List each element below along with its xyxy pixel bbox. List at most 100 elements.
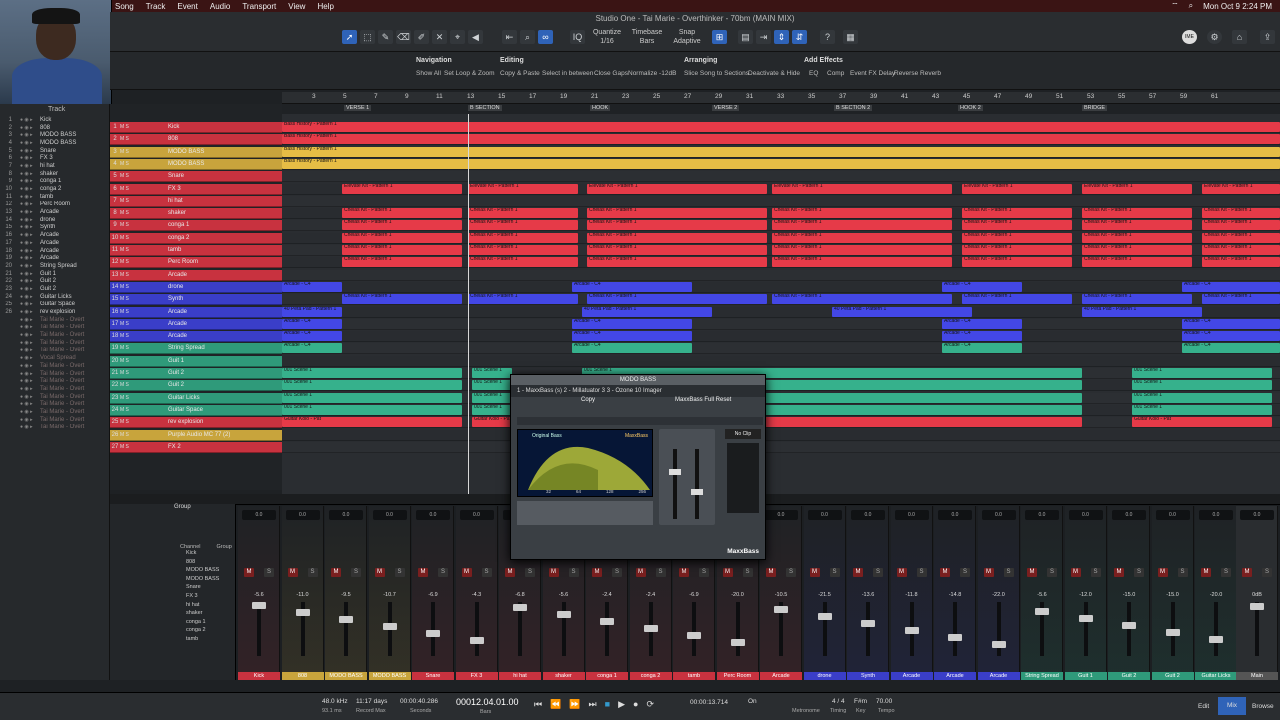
track-list-item[interactable]: ● ◉ ▸ Tai Marie - Overt xyxy=(0,377,109,385)
song-marker[interactable]: HOOK xyxy=(590,105,611,111)
arrange-event[interactable]: Chelas Kit - Pattern 1 xyxy=(962,220,1072,231)
console-channel-row[interactable]: Kick xyxy=(186,550,235,559)
console-channel-row[interactable]: tamb xyxy=(186,636,235,645)
arrow-tool-icon[interactable]: ➚ xyxy=(342,30,357,44)
arrange-event[interactable]: Arcade - C4 xyxy=(282,343,342,354)
eraser-tool-icon[interactable]: ⌫ xyxy=(396,30,411,44)
channel-strip[interactable]: 0.0 M S -10.5 Arcade xyxy=(760,506,802,680)
channel-name[interactable]: Guit 2 xyxy=(1151,672,1194,680)
solo-button[interactable]: S xyxy=(742,568,753,577)
track-lane[interactable]: Bass History - Pattern 1 xyxy=(282,134,1280,146)
track-list-item[interactable]: ● ◉ ▸ Tai Marie - Overt xyxy=(0,416,109,424)
track-header[interactable]: 18 M S Arcade xyxy=(110,331,282,343)
volume-fader[interactable] xyxy=(1127,602,1131,656)
arrange-event[interactable]: Chelas Kit - Pattern 1 xyxy=(1082,294,1192,305)
track-toggles-icon[interactable]: ● ◉ ▸ xyxy=(20,324,40,330)
track-list-item[interactable]: 18 ● ◉ ▸ Arcade xyxy=(0,247,109,255)
plugin-copy-button[interactable]: Copy xyxy=(581,397,595,403)
plugin-window[interactable]: MODO BASS 1 - MaxxBass (s) 2 - Millatuat… xyxy=(510,374,766,560)
mute-solo-icon[interactable]: M S xyxy=(120,198,140,204)
track-toggles-icon[interactable]: ● ◉ ▸ xyxy=(20,217,40,223)
plugin-sliders[interactable] xyxy=(659,429,715,525)
nudge-tool-icon[interactable]: ⇤ xyxy=(502,30,517,44)
play-icon[interactable]: ▶ xyxy=(618,699,625,710)
arrange-event[interactable]: Arcade - C4 xyxy=(282,318,342,329)
insert-slot[interactable]: 0.0 xyxy=(1199,510,1233,520)
track-toggles-icon[interactable]: ● ◉ ▸ xyxy=(20,209,40,215)
insert-slot[interactable]: 0.0 xyxy=(851,510,885,520)
channel-name[interactable]: Guitar Licks xyxy=(1195,672,1237,680)
channel-strip[interactable]: 0.0 M S -22.0 Arcade xyxy=(977,506,1020,680)
settings-icon[interactable]: ⚙ xyxy=(1207,30,1222,44)
track-toggles-icon[interactable]: ● ◉ ▸ xyxy=(20,386,40,392)
arrange-event[interactable]: 001 Scene 1 xyxy=(282,368,462,378)
fader-cap[interactable] xyxy=(1122,622,1136,629)
channel-name[interactable]: Guit 2 xyxy=(1108,672,1150,680)
mute-solo-icon[interactable]: M S xyxy=(120,345,140,351)
track-lane[interactable]: Bass History - Pattern 1 xyxy=(282,146,1280,158)
insert-slot[interactable]: 0.0 xyxy=(416,510,450,520)
mute-button[interactable]: M xyxy=(548,568,559,577)
mute-button[interactable]: M xyxy=(679,568,689,577)
loop-icon[interactable]: ⟳ xyxy=(646,699,654,710)
track-list-item[interactable]: ● ◉ ▸ Tai Marie - Overt xyxy=(0,347,109,355)
track-list-item[interactable]: 1 ● ◉ ▸ Kick xyxy=(0,116,109,124)
menu-item-track[interactable]: Track xyxy=(146,2,166,11)
arrange-event[interactable]: Chelas Kit - Pattern 1 xyxy=(962,232,1072,243)
track-header[interactable]: 26 M S Purple Audio MC 77 (2) xyxy=(110,429,282,441)
console-channel-row[interactable]: FX 3 xyxy=(186,593,235,602)
arrange-event[interactable]: Arcade - C4 xyxy=(1182,318,1280,329)
plugin-chain-tabs[interactable]: 1 - MaxxBass (s) 2 - Millatuator 3 3 - O… xyxy=(511,385,765,397)
track-toggles-icon[interactable]: ● ◉ ▸ xyxy=(20,140,40,146)
fader-cap[interactable] xyxy=(948,634,962,641)
timebase-value[interactable]: Bars xyxy=(630,38,664,45)
channel-strip[interactable]: 0.0 M S -9.5 MODO BASS xyxy=(325,506,367,680)
track-toggles-icon[interactable]: ● ◉ ▸ xyxy=(20,186,40,192)
channel-name[interactable]: String Spread xyxy=(1021,672,1063,680)
insert-slot[interactable]: 0.0 xyxy=(1155,510,1190,520)
autoscroll-icon[interactable]: ⇥ xyxy=(756,30,771,44)
arrange-event[interactable]: 001 Scene 1 xyxy=(472,380,512,391)
track-lane[interactable]: Bass History - Pattern 1 xyxy=(282,122,1280,133)
forward-icon[interactable]: ⏩ xyxy=(569,699,580,710)
mute-button[interactable]: M xyxy=(809,568,820,577)
arrange-event[interactable]: 001 Scene 1 xyxy=(1132,392,1272,403)
zoom-tool-icon[interactable]: ⌕ xyxy=(520,30,535,44)
track-list-item[interactable]: 9 ● ◉ ▸ conga 1 xyxy=(0,178,109,186)
track-header[interactable]: 3M S MODO BASS xyxy=(110,146,282,158)
layout-icon[interactable]: ▤ xyxy=(738,30,753,44)
channel-volume[interactable]: -6.8 xyxy=(499,592,541,598)
insert-slot[interactable]: 0.0 xyxy=(1112,510,1146,520)
mute-solo-icon[interactable]: M S xyxy=(120,173,140,179)
insert-slot[interactable]: 0.0 xyxy=(1240,510,1274,520)
track-toggles-icon[interactable]: ● ◉ ▸ xyxy=(20,401,40,407)
plugin-preset-name[interactable]: MaxxBass Full Reset xyxy=(675,397,731,403)
arrange-event[interactable]: Elevate Kit - Pattern 1 xyxy=(1082,183,1192,194)
track-toggles-icon[interactable]: ● ◉ ▸ xyxy=(20,309,40,315)
arrange-event[interactable]: 001 Scene 1 xyxy=(1132,380,1272,391)
copy-paste-button[interactable]: Copy & Paste xyxy=(500,70,540,77)
time-signature[interactable]: 4 / 4 xyxy=(832,698,845,705)
solo-button[interactable]: S xyxy=(655,568,666,577)
solo-button[interactable]: S xyxy=(568,568,579,577)
fader-cap[interactable] xyxy=(556,611,571,618)
channel-volume[interactable]: -4.3 xyxy=(456,592,498,598)
rewind-icon[interactable]: ⏪ xyxy=(550,699,561,710)
timeline-ruler[interactable]: 3 5 7 9 11 13 15 17 19 21 23 25 27 29 31 33 35 37 39 41 43 45… xyxy=(282,92,1280,104)
arrange-event[interactable]: Elevate Kit - Pattern 1 xyxy=(1202,183,1280,194)
channel-name[interactable]: Guit 1 xyxy=(1064,672,1107,680)
track-toggles-icon[interactable]: ● ◉ ▸ xyxy=(20,378,40,384)
arrange-event[interactable]: Chelas Kit - Pattern 1 xyxy=(587,232,767,243)
track-header[interactable]: 16 M S Arcade xyxy=(110,306,282,318)
track-toggles-icon[interactable]: ● ◉ ▸ xyxy=(20,355,40,361)
slice-song-button[interactable]: Slice Song to Sections xyxy=(684,70,749,77)
mute-solo-icon[interactable]: M S xyxy=(120,272,140,278)
track-lane[interactable]: Guitar Kolo - Pat Guitar Kolo - Pat Guitar… xyxy=(282,417,1280,429)
track-lane[interactable]: Bass History - Pattern 1 xyxy=(282,158,1280,170)
arrange-event[interactable]: 40 Peta Pad - Pattern 1 xyxy=(1082,306,1202,317)
arrange-event[interactable]: 001 Scene 1 xyxy=(282,404,462,415)
track-header[interactable]: 7M S hi hat xyxy=(110,195,282,207)
track-lane[interactable] xyxy=(282,355,1280,367)
track-toggles-icon[interactable]: ● ◉ ▸ xyxy=(20,363,40,369)
arrange-event[interactable]: Chelas Kit - Pattern 1 xyxy=(1202,245,1280,255)
